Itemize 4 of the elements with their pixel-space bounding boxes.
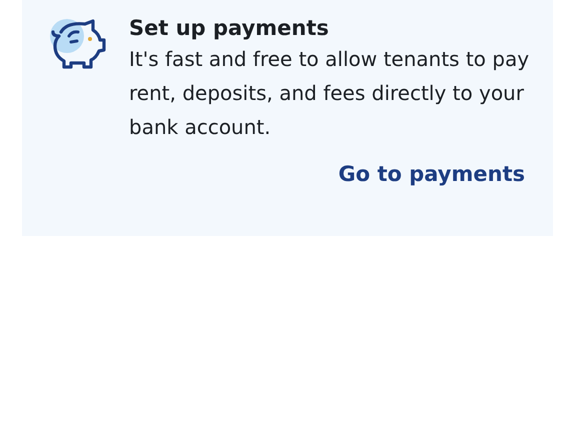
- card-title: Set up payments: [129, 15, 330, 42]
- piggy-bank-icon: [47, 18, 107, 70]
- go-to-payments-link[interactable]: Go to payments: [338, 162, 525, 186]
- card-description: It's fast and free to allow tenants to pay rent, deposits, and fees directly to your bank account.: [129, 46, 530, 141]
